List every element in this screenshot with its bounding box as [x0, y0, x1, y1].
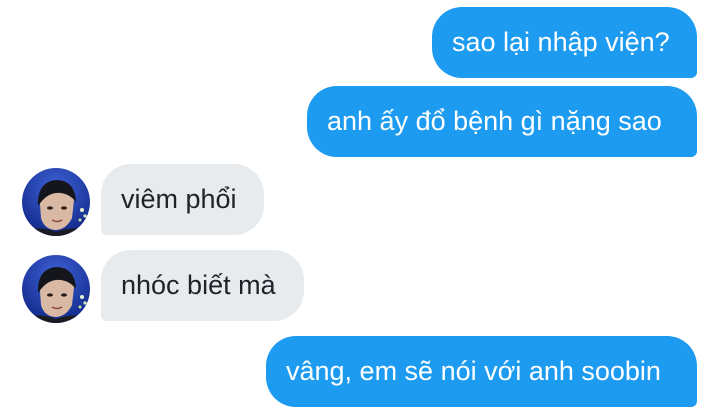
message-text: vâng, em sẽ nói với anh soobin [286, 356, 661, 386]
message-bubble-received[interactable]: viêm phổi [101, 164, 264, 235]
message-text: anh ấy đổ bệnh gì nặng sao [327, 106, 662, 136]
message-bubble-received[interactable]: nhóc biết mà [101, 250, 304, 321]
contact-avatar[interactable] [22, 255, 90, 323]
chat-thread: sao lại nhập viện? anh ấy đổ bệnh gì nặn… [0, 0, 720, 420]
message-bubble-sent[interactable]: sao lại nhập viện? [432, 7, 697, 78]
message-text: viêm phổi [121, 184, 237, 214]
message-text: sao lại nhập viện? [452, 27, 670, 57]
contact-avatar[interactable] [22, 168, 90, 236]
message-text: nhóc biết mà [121, 270, 276, 300]
message-bubble-sent[interactable]: anh ấy đổ bệnh gì nặng sao [307, 86, 697, 157]
avatar-photo [22, 168, 90, 236]
message-bubble-sent[interactable]: vâng, em sẽ nói với anh soobin [266, 336, 697, 407]
avatar-photo [22, 255, 90, 323]
